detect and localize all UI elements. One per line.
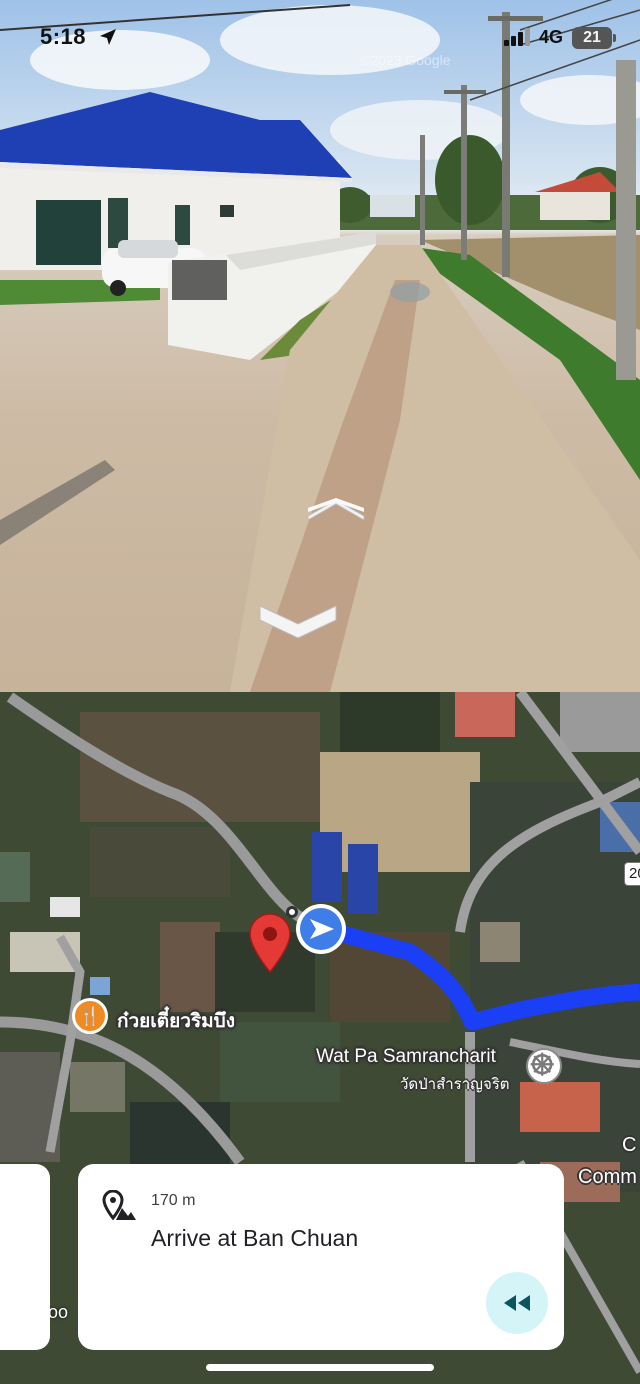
forward-chevron-icon[interactable] [306,496,366,520]
status-bar: 5:18 4G 21 [0,0,640,78]
destination-marker[interactable] [248,914,292,974]
step-distance: 170 m [151,1192,196,1209]
status-time: 5:18 [40,24,87,49]
rewind-icon [504,1295,530,1311]
street-view-panel[interactable]: ©2023 Google 5:18 4G 21 [0,0,640,692]
poi-restaurant-label[interactable]: ก๋วยเตี๋ยวริมบึง [117,1006,235,1036]
map-edge-label: C [622,1134,637,1156]
network-type: 4G [539,27,564,47]
battery-indicator: 21 [572,27,616,49]
street-view-scene [0,0,640,692]
temple-label-th[interactable]: วัดป่าสำราญจริต [400,1072,510,1096]
fork-knife-icon[interactable]: 🍴 [72,998,108,1034]
road-number-badge: 20 [624,862,640,886]
previous-step-card[interactable] [0,1164,50,1350]
navigation-step-card[interactable]: 170 m Arrive at Ban Chuan [78,1164,564,1350]
back-chevron-icon[interactable] [258,602,338,642]
route-start-dot [286,906,298,918]
step-instruction: Arrive at Ban Chuan [151,1225,359,1251]
home-indicator[interactable] [206,1364,434,1371]
rewind-button[interactable] [486,1272,548,1334]
location-arrow-icon [100,29,116,45]
map-edge-label: Comm [578,1166,637,1188]
signal-bars-icon [504,28,530,46]
temple-label-en[interactable]: Wat Pa Samrancharit [316,1046,496,1068]
destination-pin-icon [102,1190,136,1221]
dharma-wheel-icon[interactable] [526,1048,562,1084]
navigation-arrow-icon [296,904,346,954]
map-edge-label: oo [48,1302,69,1322]
